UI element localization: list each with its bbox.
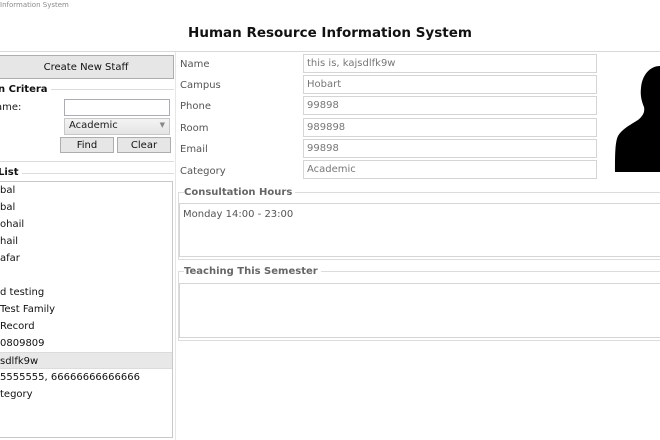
list-item[interactable]: tegory (0, 386, 172, 403)
staff-list-group-border (0, 173, 174, 174)
chevron-down-icon: ▼ (159, 121, 165, 129)
search-group-bottom (0, 161, 174, 162)
list-item[interactable]: 0809809 (0, 335, 172, 352)
list-item[interactable]: ohail (0, 216, 172, 233)
name-field[interactable]: this is, kajsdlfk9w (303, 54, 597, 73)
room-label: Room (180, 123, 209, 134)
name-search-input[interactable] (64, 99, 170, 116)
panel-divider (175, 52, 176, 440)
list-item[interactable]: Record (0, 318, 172, 335)
list-item-selected[interactable]: sdlfk9w (0, 352, 172, 369)
name-search-label: ame: (0, 102, 22, 113)
staff-list-heading: List (0, 167, 22, 178)
list-item[interactable]: bal (0, 199, 172, 216)
person-silhouette-icon (615, 66, 660, 172)
email-label: Email (180, 144, 208, 155)
list-item[interactable]: bal (0, 182, 172, 199)
create-new-staff-button[interactable]: Create New Staff (0, 55, 174, 79)
consultation-hours-heading: Consultation Hours (184, 187, 296, 198)
category-label: Category (180, 166, 226, 177)
list-item[interactable]: Test Family (0, 301, 172, 318)
search-criteria-heading: n Critera (0, 84, 51, 95)
list-item[interactable]: d testing (0, 284, 172, 301)
category-filter-select[interactable]: Academic ▼ (64, 118, 170, 135)
page-title: Human Resource Information System (188, 25, 472, 41)
header-divider (0, 51, 660, 52)
name-label: Name (180, 59, 210, 70)
window-title: Information System (0, 1, 69, 9)
teaching-semester-heading: Teaching This Semester (184, 266, 321, 277)
phone-label: Phone (180, 101, 211, 112)
teaching-semester-box[interactable] (179, 283, 660, 338)
list-item[interactable] (0, 267, 172, 284)
list-item[interactable]: hail (0, 233, 172, 250)
email-field[interactable]: 99898 (303, 139, 597, 158)
category-filter-value: Academic (69, 120, 118, 131)
list-item[interactable]: afar (0, 250, 172, 267)
phone-field[interactable]: 99898 (303, 96, 597, 115)
category-field[interactable]: Academic (303, 160, 597, 179)
staff-list: bal bal ohail hail afar d testing Test F… (0, 182, 172, 437)
list-item[interactable]: 5555555, 66666666666666 (0, 369, 172, 386)
consultation-hours-box[interactable]: Monday 14:00 - 23:00 (179, 203, 660, 257)
campus-field[interactable]: Hobart (303, 75, 597, 94)
find-button[interactable]: Find (60, 137, 114, 153)
campus-label: Campus (180, 80, 221, 91)
room-field[interactable]: 989898 (303, 118, 597, 137)
clear-button[interactable]: Clear (117, 137, 171, 153)
